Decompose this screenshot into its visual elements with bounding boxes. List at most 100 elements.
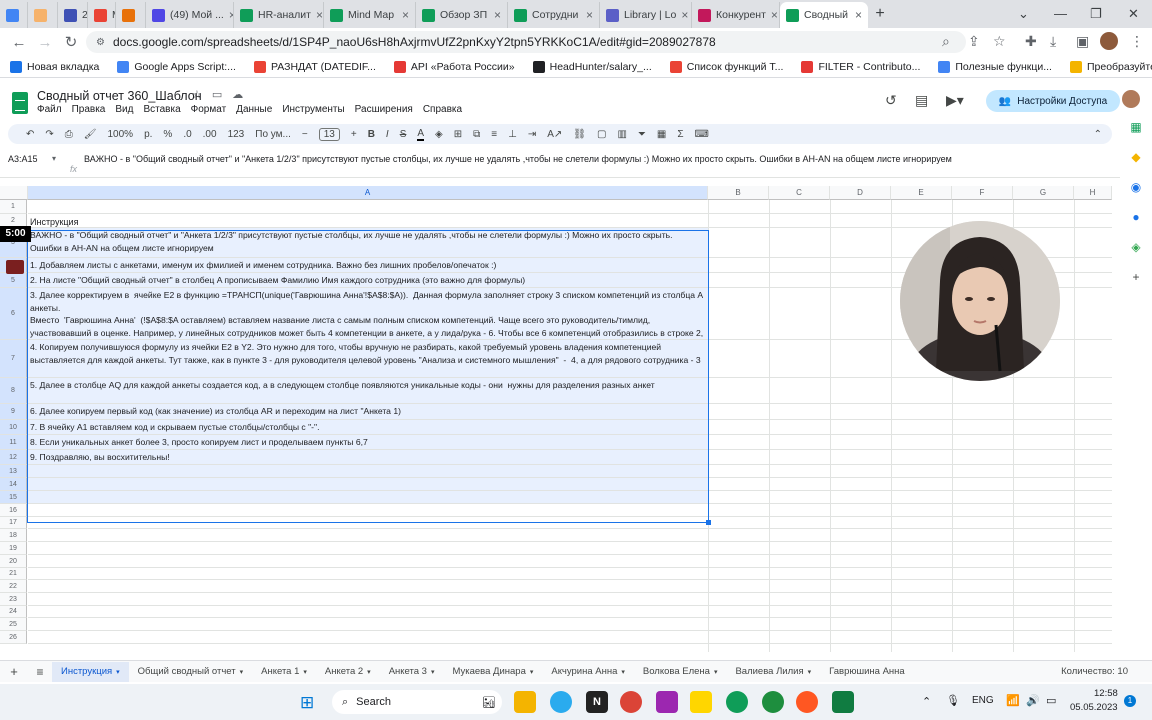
move-folder-icon[interactable]: ▭	[212, 88, 222, 101]
row-header[interactable]: 7	[0, 340, 27, 378]
url-text[interactable]: docs.google.com/spreadsheets/d/1SP4P_nao…	[113, 35, 716, 49]
column-header[interactable]: D	[830, 186, 891, 200]
browser-tab[interactable]: (49) Мой ...×	[146, 2, 234, 28]
language-indicator[interactable]: ENG	[972, 695, 994, 706]
bookmark-item[interactable]: Список функций Т...	[669, 60, 783, 73]
sheet-tab[interactable]: Гаврюшина Анна	[820, 666, 914, 677]
tab-close-icon[interactable]: ×	[316, 8, 323, 22]
bold-icon[interactable]: B	[368, 129, 375, 140]
maps-icon[interactable]: ◈	[1131, 240, 1140, 254]
row-header[interactable]: 5	[0, 273, 27, 288]
print-icon[interactable]: ⎙	[65, 129, 73, 140]
tab-close-icon[interactable]: ×	[855, 8, 862, 22]
microphone-icon[interactable]: 🎙	[946, 694, 960, 707]
cell-a[interactable]: ВАЖНО - в "Общий сводный отчет" и "Анкет…	[28, 228, 708, 258]
column-header[interactable]: C	[769, 186, 830, 200]
tab-search-icon[interactable]: ⌄	[1018, 6, 1029, 22]
cell-a[interactable]: Инструкция	[28, 214, 708, 228]
cell-a[interactable]: 6. Далее копируем первый код (как значен…	[28, 404, 708, 420]
menu-item[interactable]: Файл	[37, 104, 62, 115]
sidepanel-icon[interactable]: ▣	[1076, 33, 1089, 50]
wifi-icon[interactable]: 📶	[1006, 694, 1020, 707]
history-icon[interactable]: ↺	[885, 92, 897, 109]
paint-format-icon[interactable]: 🖌	[84, 129, 97, 140]
menu-item[interactable]: Данные	[236, 104, 272, 115]
menu-item[interactable]: Расширения	[355, 104, 413, 115]
column-header[interactable]: G	[1013, 186, 1074, 200]
row-header[interactable]: 14	[0, 478, 27, 491]
input-tools-icon[interactable]: ⌨	[695, 129, 709, 140]
row-header[interactable]: 15	[0, 491, 27, 504]
menu-item[interactable]: Инструменты	[282, 104, 344, 115]
browser-tab[interactable]	[116, 2, 146, 28]
bookmark-item[interactable]: РАЗНДАТ (DATEDIF...	[253, 60, 376, 73]
name-box[interactable]: A3:A15	[8, 154, 38, 164]
clock-date[interactable]: 05.05.2023	[1070, 702, 1118, 713]
share-page-icon[interactable]: ⇪	[968, 33, 980, 50]
redo-icon[interactable]: ↷	[45, 129, 53, 140]
back-icon[interactable]: ←	[6, 34, 32, 51]
menu-item[interactable]: Вид	[115, 104, 133, 115]
font-size-increase[interactable]: +	[351, 129, 357, 140]
row-header[interactable]: 19	[0, 542, 27, 555]
app-icon[interactable]	[656, 691, 678, 713]
reload-icon[interactable]: ↻	[58, 33, 84, 51]
tab-close-icon[interactable]: ×	[494, 8, 501, 22]
cloud-status-icon[interactable]: ☁	[232, 88, 243, 101]
contacts-icon[interactable]: ●	[1132, 210, 1139, 224]
clock-time[interactable]: 12:58	[1094, 688, 1118, 699]
column-header[interactable]: H	[1074, 186, 1112, 200]
valign-icon[interactable]: ⊥	[508, 129, 517, 140]
download-icon[interactable]: ⤓	[1050, 33, 1056, 50]
browser-tab[interactable]: Mind Map ×	[324, 2, 416, 28]
url-field[interactable]: ⚙ docs.google.com/spreadsheets/d/1SP4P_n…	[86, 31, 966, 53]
name-box-dropdown-icon[interactable]: ▾	[52, 154, 56, 163]
row-header[interactable]: 26	[0, 631, 27, 644]
sheet-tab-menu-icon[interactable]: ▾	[240, 668, 244, 676]
bookmark-item[interactable]: Преобразуйте JSO...	[1069, 60, 1152, 73]
functions-icon[interactable]: Σ	[677, 129, 683, 140]
miro-icon[interactable]	[690, 691, 712, 713]
font-size-field[interactable]: 13	[318, 127, 340, 141]
cell-a[interactable]: 5. Далее в столбце AQ для каждой анкеты …	[28, 378, 708, 404]
rotate-icon[interactable]: A↗	[547, 129, 562, 140]
sheet-tab-menu-icon[interactable]: ▾	[116, 668, 120, 676]
italic-icon[interactable]: I	[386, 129, 389, 140]
strikethrough-icon[interactable]: S	[400, 129, 407, 140]
merge-icon[interactable]: ⧉	[473, 129, 480, 140]
row-header[interactable]: 24	[0, 606, 27, 618]
browser-tab[interactable]	[28, 2, 58, 28]
filter-views-icon[interactable]: ▦	[657, 129, 666, 140]
bookmark-star-icon[interactable]: ☆	[993, 33, 1006, 50]
browser-tab[interactable]	[0, 2, 28, 28]
forward-icon[interactable]: →	[32, 34, 58, 51]
align-icon[interactable]: ≡	[491, 129, 497, 140]
cell-a[interactable]: 8. Если уникальных анкет более 3, просто…	[28, 435, 708, 450]
increase-decimal-button[interactable]: .00	[203, 129, 217, 140]
sheet-tab[interactable]: Акчурина Анна ▾	[542, 666, 633, 677]
more-formats-button[interactable]: 123	[228, 129, 245, 140]
taskbar-search[interactable]: ⌕ Search 🏜	[332, 690, 502, 714]
row-header[interactable]: 9	[0, 404, 27, 420]
menu-item[interactable]: Вставка	[143, 104, 180, 115]
record-stop-button[interactable]	[6, 260, 24, 274]
profile-avatar[interactable]	[1100, 32, 1118, 50]
fill-color-icon[interactable]: ◈	[435, 129, 443, 140]
browser-tab[interactable]: HR-аналит ×	[234, 2, 324, 28]
row-header[interactable]: 17	[0, 517, 27, 529]
zoom-search-icon[interactable]: ⌕	[942, 33, 950, 50]
sheet-tab[interactable]: Анкета 3 ▾	[380, 666, 444, 677]
row-header[interactable]: 20	[0, 555, 27, 568]
tab-close-icon[interactable]: ×	[771, 8, 778, 22]
cell-a[interactable]: 3. Далее корректируем в ячейке E2 в функ…	[28, 288, 708, 340]
borders-icon[interactable]: ⊞	[454, 129, 462, 140]
cell-a[interactable]: 4. Копируем получившуюся формулу из ячей…	[28, 340, 708, 378]
sheet-tab[interactable]: Валиева Лилия ▾	[726, 666, 820, 677]
maximize-icon[interactable]: ❐	[1090, 6, 1102, 22]
comments-icon[interactable]: ▤	[915, 92, 928, 109]
wrap-icon[interactable]: ⇥	[528, 129, 536, 140]
font-select[interactable]: По ум...	[255, 129, 291, 140]
fill-handle[interactable]	[706, 520, 711, 525]
document-title[interactable]: Сводный отчет 360_Шаблон	[37, 89, 202, 103]
sheets-logo-icon[interactable]	[12, 92, 28, 114]
